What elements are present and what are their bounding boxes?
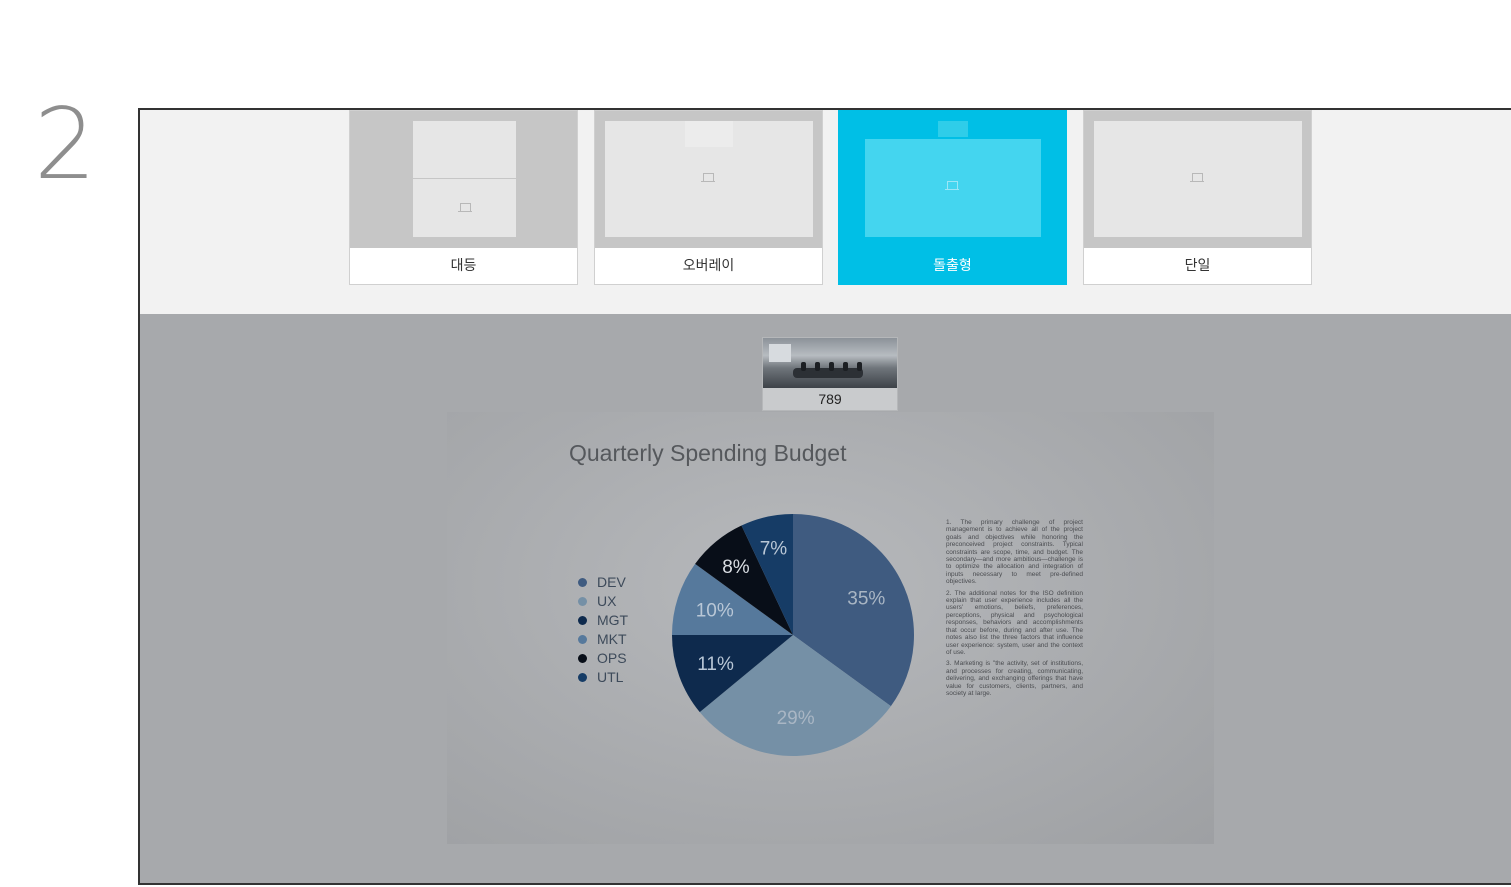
- participant-thumbnail[interactable]: 789: [762, 337, 898, 411]
- legend-item: DEV: [577, 573, 628, 592]
- layout-option-label: 대등: [350, 248, 577, 284]
- laptop-icon: [1190, 173, 1204, 183]
- legend-item: UTL: [577, 668, 628, 687]
- layout-preview: [350, 111, 577, 249]
- legend-swatch: [578, 616, 587, 625]
- legend-item: MKT: [577, 630, 628, 649]
- legend-label: MGT: [597, 612, 629, 628]
- slide-notes: 1. The primary challenge of project mana…: [946, 519, 1083, 701]
- layout-preview: [839, 111, 1066, 249]
- preview-pane-small: [938, 121, 968, 137]
- preview-pane-overlay: [685, 121, 733, 147]
- legend-label: UX: [597, 593, 617, 609]
- slide-note: 3. Marketing is "the activity, set of in…: [946, 660, 1083, 697]
- legend-label: DEV: [597, 574, 626, 590]
- preview-pane-top: [413, 121, 516, 178]
- layout-preview: [1084, 111, 1311, 249]
- layout-option-label: 돌출형: [839, 248, 1066, 284]
- layout-option-single[interactable]: 단일: [1083, 110, 1312, 285]
- layout-option-equal[interactable]: 대등: [349, 110, 578, 285]
- pie-data-label: 11%: [697, 654, 734, 675]
- legend-swatch: [578, 578, 587, 587]
- step-number: 2: [34, 88, 97, 202]
- legend-swatch: [578, 597, 587, 606]
- presentation-area: 789 Quarterly Spending Budget DEV UX MGT…: [140, 314, 1511, 883]
- laptop-icon: [458, 203, 472, 213]
- layout-option-prominent[interactable]: 돌출형: [838, 110, 1067, 285]
- pie-data-label: 7%: [760, 539, 788, 560]
- legend-item: OPS: [577, 649, 628, 668]
- laptop-icon: [701, 173, 715, 183]
- legend-swatch: [578, 673, 587, 682]
- layout-option-overlay[interactable]: 오버레이: [594, 110, 823, 285]
- legend-item: MGT: [577, 611, 628, 630]
- layout-selector-bar: 대등 오버레이 돌출형 단일: [140, 110, 1511, 315]
- slide-note: 2. The additional notes for the ISO defi…: [946, 589, 1083, 656]
- layout-option-label: 오버레이: [595, 248, 822, 284]
- laptop-icon: [945, 181, 959, 191]
- pie-chart: 35% 29% 11% 10% 8% 7%: [672, 514, 914, 756]
- layout-option-label: 단일: [1084, 248, 1311, 284]
- legend-swatch: [578, 654, 587, 663]
- slide-note: 1. The primary challenge of project mana…: [946, 519, 1083, 586]
- legend-swatch: [578, 635, 587, 644]
- chart-legend: DEV UX MGT MKT OPS UTL: [577, 573, 628, 687]
- device-screen: 대등 오버레이 돌출형 단일 789 Quarterly Spending Bu…: [138, 108, 1511, 885]
- pie-data-label: 8%: [722, 557, 750, 578]
- pie-data-label: 29%: [777, 708, 815, 729]
- pie-data-label: 35%: [847, 589, 885, 610]
- participant-video: [763, 338, 897, 388]
- layout-preview: [595, 111, 822, 249]
- shared-presentation-slide: Quarterly Spending Budget DEV UX MGT MKT…: [447, 412, 1214, 844]
- participant-label: 789: [818, 391, 842, 407]
- pie-data-label: 10%: [696, 601, 734, 622]
- legend-label: OPS: [597, 650, 627, 666]
- legend-label: MKT: [597, 631, 627, 647]
- legend-label: UTL: [597, 669, 624, 685]
- legend-item: UX: [577, 592, 628, 611]
- slide-title: Quarterly Spending Budget: [569, 440, 847, 466]
